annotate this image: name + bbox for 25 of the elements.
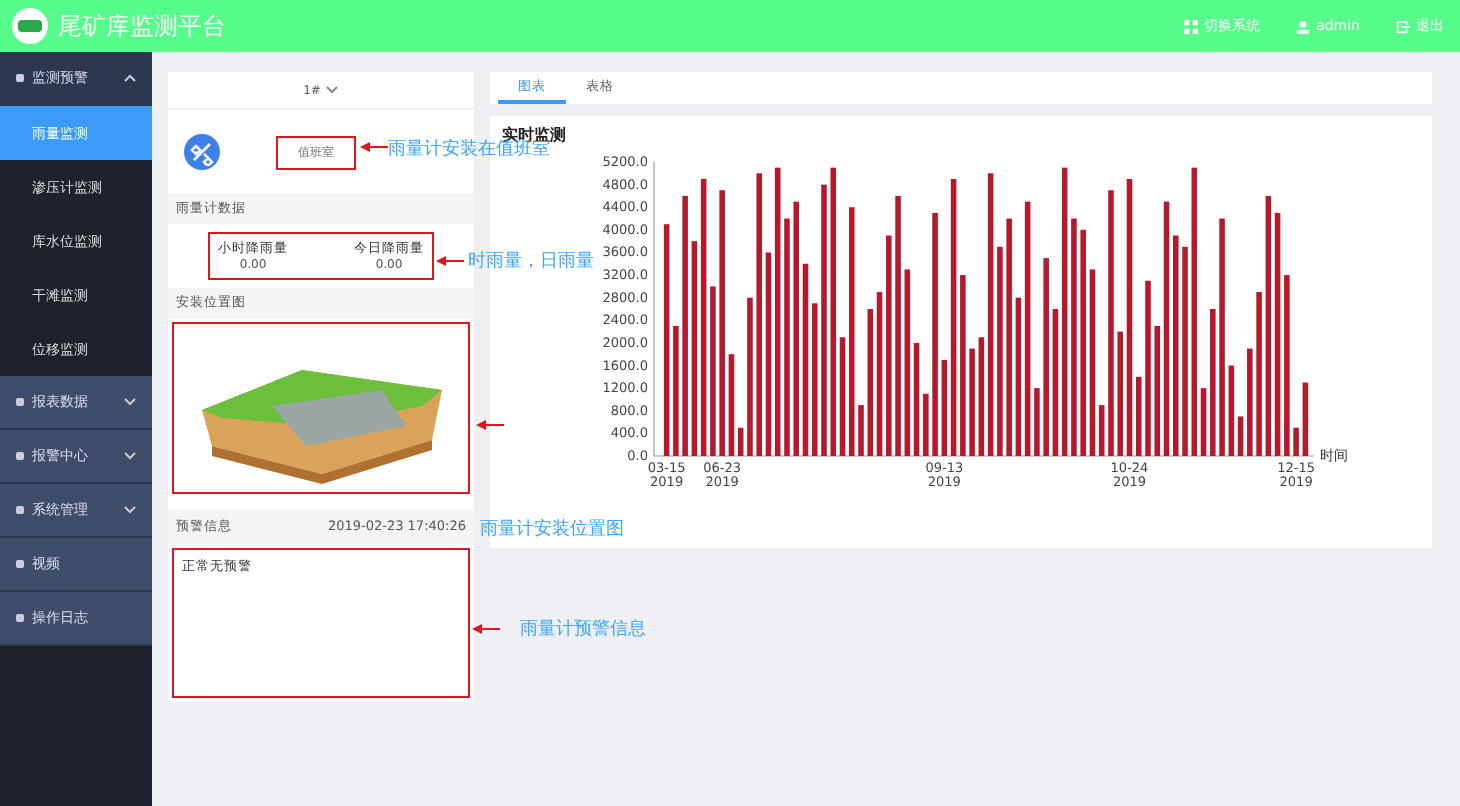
bar: [673, 325, 679, 456]
grid-icon: [1184, 19, 1199, 33]
bar: [1034, 388, 1040, 456]
chevron-up-icon: [124, 74, 136, 82]
bar: [923, 393, 929, 456]
annotation-text: 雨量计安装位置图: [480, 517, 624, 542]
bar: [1117, 331, 1123, 456]
bar: [1293, 427, 1299, 456]
bar: [969, 348, 975, 456]
chevron-down-icon: [326, 86, 339, 94]
app-title: 尾矿库监测平台: [58, 9, 226, 43]
bar: [1247, 348, 1253, 456]
logout-icon: [1396, 19, 1410, 33]
user-icon: [1296, 19, 1311, 33]
annotation-arrow: [476, 420, 504, 430]
annotation-text: 时雨量，日雨量: [468, 249, 594, 274]
chevron-down-icon: [124, 452, 136, 460]
chevron-down-icon: [124, 506, 136, 514]
annotation-arrow: [360, 142, 388, 152]
bar: [858, 405, 864, 456]
logo-icon: [12, 8, 48, 44]
annotation-text: 雨量计预警信息: [520, 617, 646, 642]
bar: [1302, 382, 1309, 456]
chevron-down-icon: [124, 398, 136, 406]
annotation-text: 雨量计安装在值班室: [388, 139, 550, 162]
